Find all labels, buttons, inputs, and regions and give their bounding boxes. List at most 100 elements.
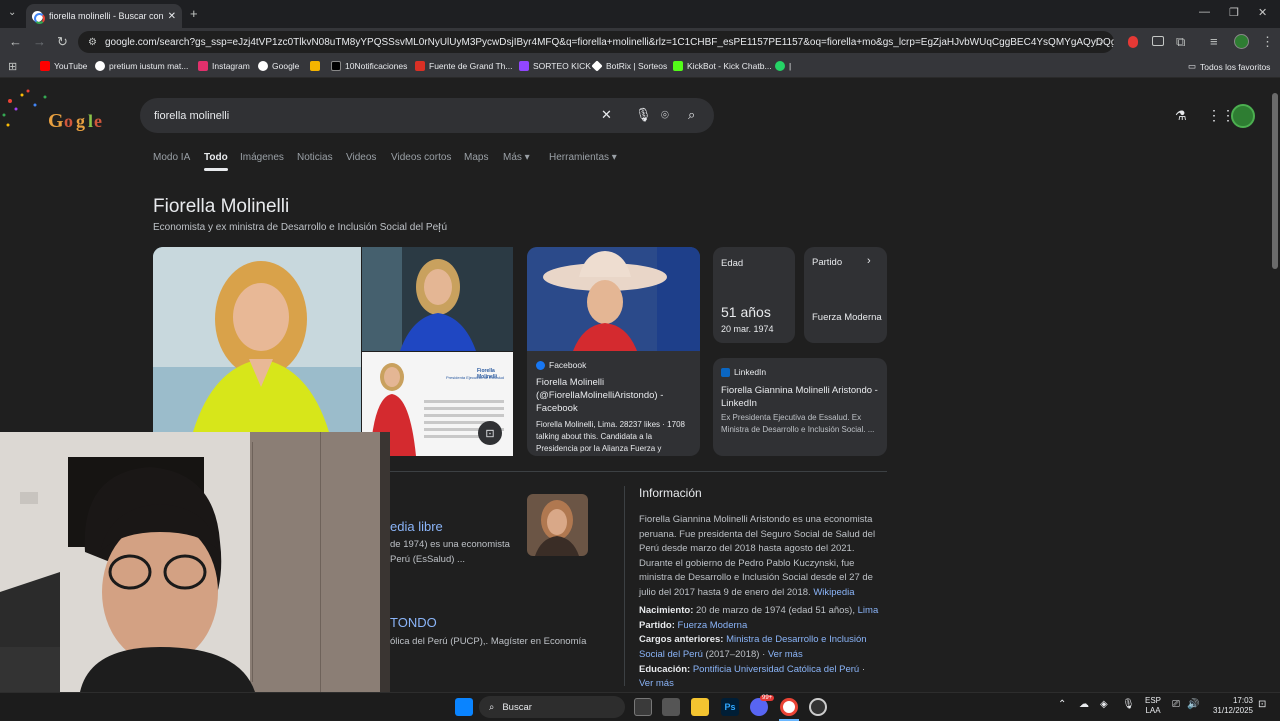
- bookmark-google[interactable]: Google: [258, 61, 299, 71]
- age-card[interactable]: Edad 51 años 20 mar. 1974: [713, 247, 795, 343]
- tab-imagenes[interactable]: Imágenes: [240, 152, 284, 163]
- browser-tab[interactable]: fiorella molinelli - Buscar con Google ✕: [26, 4, 182, 28]
- bookmark-whatsapp[interactable]: |: [775, 61, 791, 71]
- tab-search-icon[interactable]: ⌄: [8, 7, 16, 18]
- bookmark-pretium[interactable]: pretium iustum mat...: [95, 61, 188, 71]
- party-card[interactable]: Partido › Fuerza Moderna: [804, 247, 887, 343]
- tab-modo-ia[interactable]: Modo IA: [153, 152, 190, 163]
- facebook-result-card[interactable]: Facebook Fiorella Molinelli (@FiorellaMo…: [527, 247, 700, 456]
- linkedin-result-card[interactable]: LinkedIn Fiorella Giannina Molinelli Ari…: [713, 358, 887, 456]
- search-input[interactable]: fiorella molinelli: [140, 98, 714, 133]
- scrollbar-thumb[interactable]: [1272, 93, 1278, 269]
- media-list-icon[interactable]: ≡: [1210, 34, 1218, 49]
- svg-text:o: o: [64, 111, 73, 131]
- google-doodle-logo[interactable]: G o g l e: [0, 87, 115, 137]
- wikipedia-link[interactable]: Wikipedia: [813, 587, 854, 598]
- reload-icon[interactable]: ↻: [57, 34, 68, 50]
- browser-menu-icon[interactable]: ⋮: [1261, 34, 1274, 50]
- onedrive-icon[interactable]: ☁: [1079, 699, 1089, 710]
- microphone-icon[interactable]: 🎙: [635, 107, 652, 123]
- info-description: Fiorella Giannina Molinelli Aristondo es…: [639, 513, 889, 601]
- bookmark-instagram[interactable]: Instagram: [198, 61, 250, 71]
- photo-main[interactable]: [153, 247, 361, 432]
- tray-app-icon[interactable]: ◈: [1100, 699, 1108, 710]
- bookmark-sorteo-kick[interactable]: SORTEO KICK: [519, 61, 591, 71]
- minimize-button[interactable]: —: [1199, 6, 1210, 18]
- clock[interactable]: 17:03 31/12/2025: [1205, 696, 1253, 716]
- extension-box-icon[interactable]: [1152, 36, 1164, 46]
- wiki-thumbnail[interactable]: [527, 494, 588, 556]
- google-lens-icon[interactable]: ⌾: [661, 107, 669, 123]
- fuente-icon: [415, 61, 425, 71]
- language-indicator[interactable]: ESP LAA: [1145, 696, 1161, 716]
- folder-icon: ▭: [1188, 61, 1197, 71]
- tab-videos-cortos[interactable]: Videos cortos: [391, 152, 451, 163]
- wiki-snippet-1: de 1974) es una economista: [390, 539, 510, 550]
- page-scrollbar[interactable]: [1270, 79, 1280, 692]
- new-tab-button[interactable]: +: [190, 6, 198, 21]
- app-circle-icon[interactable]: [809, 698, 827, 716]
- fact-education: Educación: Pontificia Universidad Católi…: [639, 664, 865, 675]
- chevron-right-icon: ›: [867, 255, 871, 267]
- task-view-icon[interactable]: [634, 698, 652, 716]
- more-options-icon[interactable]: ⋮: [434, 221, 445, 234]
- close-tab-icon[interactable]: ✕: [168, 11, 176, 22]
- notification-icon[interactable]: ⊡: [1258, 699, 1266, 710]
- second-result-title[interactable]: TONDO: [390, 615, 437, 630]
- microphone-tray-icon[interactable]: 🎙: [1122, 699, 1135, 710]
- restore-button[interactable]: ❐: [1229, 6, 1239, 19]
- tray-chevron-up-icon[interactable]: ⌃: [1058, 699, 1066, 710]
- photoshop-icon[interactable]: Ps: [721, 698, 739, 716]
- usb-app-icon[interactable]: [662, 698, 680, 716]
- see-more-link[interactable]: Ver más: [768, 649, 803, 660]
- apps-grid-icon[interactable]: ⊞: [8, 60, 17, 73]
- bookmark-fuente-gta[interactable]: Fuente de Grand Th...: [415, 61, 512, 71]
- tab-maps[interactable]: Maps: [464, 152, 488, 163]
- tab-noticias[interactable]: Noticias: [297, 152, 333, 163]
- tab-mas[interactable]: Más ▾: [503, 152, 530, 163]
- tab-title: fiorella molinelli - Buscar con Google: [49, 11, 164, 21]
- taskbar-search[interactable]: ⌕ Buscar: [479, 696, 625, 718]
- taskbar-search-placeholder: Buscar: [502, 701, 532, 713]
- all-bookmarks-folder[interactable]: ▭ Todos los favoritos: [1188, 61, 1270, 72]
- site-info-icon[interactable]: ⚙: [88, 37, 97, 48]
- network-icon[interactable]: ⎚: [1172, 699, 1180, 710]
- bookmark-x-notifications[interactable]: 10Notificaciones: [331, 61, 407, 71]
- education-link[interactable]: Pontificia Universidad Católica del Perú: [693, 664, 859, 675]
- profile-avatar[interactable]: [1234, 34, 1249, 49]
- search-icon[interactable]: ⌕: [688, 107, 695, 123]
- botrix-icon: [591, 60, 603, 72]
- svg-text:G: G: [48, 110, 64, 132]
- bookmark-star-icon[interactable]: ☆: [1093, 35, 1104, 49]
- bookmark-youtube[interactable]: YouTube: [40, 61, 87, 71]
- back-arrow-icon[interactable]: ←: [9, 34, 22, 49]
- bookmark-kickbot[interactable]: KickBot - Kick Chatb...: [673, 61, 772, 71]
- bookmark-colored[interactable]: [310, 61, 324, 71]
- forward-arrow-icon[interactable]: →: [33, 34, 46, 49]
- url-text: google.com/search?gs_ssp=eJzj4tVP1zc0Tlk…: [104, 36, 1114, 48]
- photo-blue-blazer[interactable]: [362, 247, 513, 351]
- windows-start-icon[interactable]: [455, 698, 473, 716]
- extensions-puzzle-icon[interactable]: ⧉: [1176, 34, 1185, 50]
- close-window-button[interactable]: ✕: [1258, 6, 1267, 19]
- birth-place-link[interactable]: Lima: [858, 605, 879, 616]
- volume-icon[interactable]: 🔊: [1187, 699, 1199, 710]
- facebook-title: Fiorella Molinelli (@FiorellaMolinelliAr…: [536, 377, 664, 414]
- clear-search-icon[interactable]: ✕: [601, 107, 612, 123]
- bookmarks-bar: ⊞ YouTube pretium iustum mat... Instagra…: [0, 56, 1280, 78]
- labs-flask-icon[interactable]: ⚗: [1175, 108, 1187, 124]
- view-images-icon[interactable]: ⊡: [478, 421, 502, 445]
- tab-videos[interactable]: Videos: [346, 152, 376, 163]
- wiki-result-title[interactable]: edia libre: [390, 519, 443, 534]
- tab-todo[interactable]: Todo: [204, 152, 228, 171]
- file-explorer-icon[interactable]: [691, 698, 709, 716]
- chrome-icon[interactable]: [780, 698, 798, 716]
- address-bar[interactable]: ⚙ google.com/search?gs_ssp=eJzj4tVP1zc0T…: [78, 31, 1114, 53]
- party-value: Fuerza Moderna: [812, 312, 882, 323]
- bookmark-botrix[interactable]: BotRix | Sorteos: [591, 60, 667, 72]
- tab-herramientas[interactable]: Herramientas ▾: [549, 152, 617, 163]
- see-more-link-2[interactable]: Ver más: [639, 678, 674, 689]
- party-link[interactable]: Fuerza Moderna: [678, 620, 748, 631]
- extension-red-icon[interactable]: [1128, 36, 1138, 48]
- account-avatar[interactable]: [1231, 104, 1255, 128]
